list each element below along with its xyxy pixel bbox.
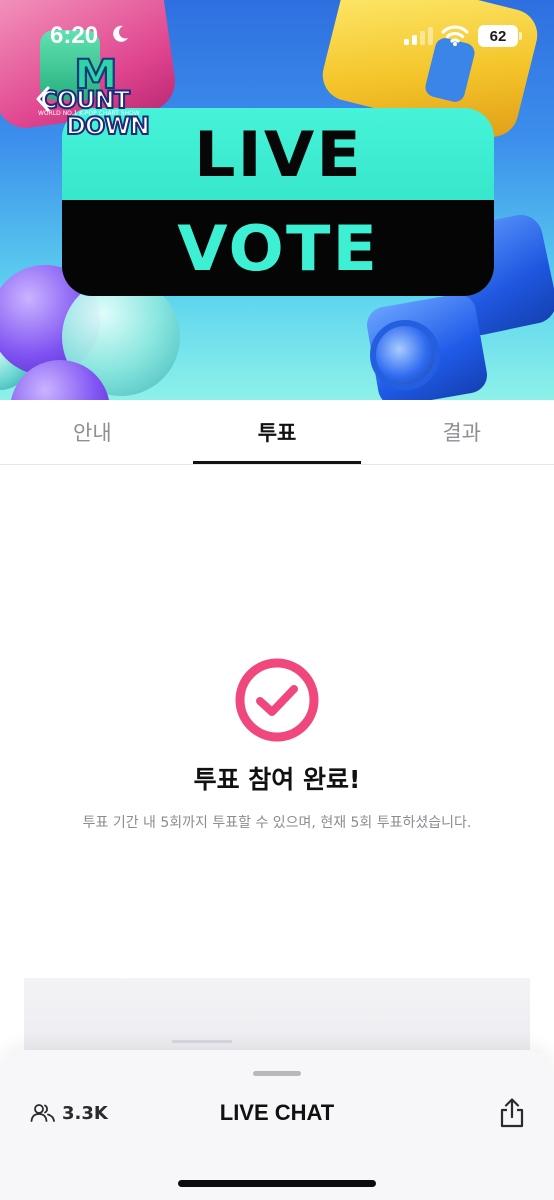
tab-results[interactable]: 결과 [369, 400, 554, 464]
decorative-camera-lens [370, 320, 440, 390]
moon-icon [113, 25, 128, 42]
home-indicator [178, 1180, 376, 1187]
logo-tagline: WORLD NO.1 K-POP CHART SHOW [38, 110, 140, 117]
wifi-icon [441, 25, 469, 46]
active-tab-indicator [193, 461, 361, 464]
faded-content-glyph [172, 1040, 232, 1050]
tab-bar: 안내 투표 결과 [0, 400, 554, 465]
chevron-left-icon [36, 86, 50, 112]
live-chat-title[interactable]: LIVE CHAT [0, 1100, 554, 1126]
clock-time: 6:20 [50, 22, 99, 49]
sheet-grabber-handle[interactable] [253, 1071, 301, 1076]
live-label: LIVE [193, 117, 363, 191]
share-icon [500, 1098, 524, 1128]
share-button[interactable] [497, 1096, 527, 1130]
cellular-signal-icon [404, 27, 433, 45]
vote-complete-title: 투표 참여 완료! [193, 765, 361, 794]
tab-info[interactable]: 안내 [0, 400, 185, 464]
status-bar: 6:20 62 [0, 0, 554, 70]
tab-vote[interactable]: 투표 [185, 400, 370, 464]
back-button[interactable] [30, 84, 56, 114]
vote-label-area: VOTE [62, 200, 494, 296]
vote-label: VOTE [177, 211, 379, 285]
vote-complete-description: 투표 기간 내 5회까지 투표할 수 있으며, 현재 5회 투표하셨습니다. [82, 815, 472, 831]
battery-indicator: 62 [478, 25, 518, 47]
check-circle-icon [235, 658, 319, 742]
battery-tip [519, 32, 522, 40]
